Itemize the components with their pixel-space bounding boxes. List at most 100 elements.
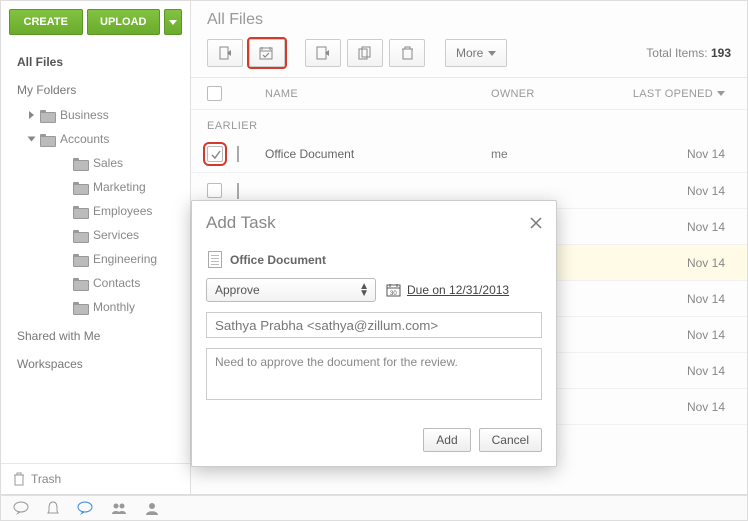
more-label: More	[456, 46, 483, 60]
folder-icon	[73, 206, 87, 217]
user-icon[interactable]	[145, 501, 159, 515]
expand-icon	[29, 111, 34, 119]
trash-icon	[13, 472, 25, 486]
close-icon	[530, 217, 542, 229]
chevron-down-icon	[169, 20, 177, 25]
sort-desc-icon	[717, 91, 725, 96]
folder-icon	[73, 182, 87, 193]
copy-icon	[358, 46, 372, 60]
table-header: NAME OWNER LAST OPENED	[191, 78, 747, 110]
upload-menu-button[interactable]	[164, 9, 182, 35]
total-items: Total Items: 193	[646, 46, 731, 60]
row-checkbox[interactable]	[207, 183, 222, 198]
trash-label: Trash	[31, 472, 61, 486]
row-date: Nov 14	[601, 328, 731, 342]
document-icon	[208, 251, 222, 268]
breadcrumb: All Files	[191, 1, 747, 31]
add-button[interactable]: Add	[423, 428, 470, 452]
folder-label: Accounts	[60, 132, 109, 146]
folder-engineering[interactable]: Engineering	[73, 247, 190, 271]
document-icon	[237, 183, 239, 199]
cancel-button[interactable]: Cancel	[479, 428, 542, 452]
folder-label: Monthly	[93, 300, 135, 314]
table-row[interactable]: Office DocumentmeNov 14	[191, 136, 747, 173]
folder-services[interactable]: Services	[73, 223, 190, 247]
dialog-close-button[interactable]	[530, 217, 542, 229]
toolbar-delete-button[interactable]	[389, 39, 425, 67]
bottom-bar	[0, 495, 748, 521]
sidebar: CREATE UPLOAD All Files My Folders Busin…	[1, 1, 191, 494]
feed-icon[interactable]	[13, 501, 29, 515]
dialog-file-name: Office Document	[230, 253, 326, 267]
row-date: Nov 14	[601, 292, 731, 306]
folder-icon	[73, 254, 87, 265]
check-icon	[210, 149, 221, 160]
folder-sales[interactable]: Sales	[73, 151, 190, 175]
col-name[interactable]: NAME	[265, 88, 491, 100]
toolbar-add-task-button[interactable]	[249, 39, 285, 67]
assignee-input[interactable]	[206, 312, 542, 338]
share-doc-icon	[218, 46, 232, 60]
row-date: Nov 14	[601, 147, 731, 161]
folder-employees[interactable]: Employees	[73, 199, 190, 223]
folder-label: Services	[93, 228, 139, 242]
nav-my-folders[interactable]: My Folders	[1, 75, 190, 103]
upload-button[interactable]: UPLOAD	[87, 9, 161, 35]
toolbar-export-button[interactable]	[305, 39, 341, 67]
row-checkbox[interactable]	[207, 146, 223, 162]
calendar-icon: 30	[386, 283, 401, 297]
row-date: Nov 14	[601, 184, 731, 198]
contacts-icon[interactable]	[111, 501, 127, 515]
nav-trash[interactable]: Trash	[1, 463, 190, 494]
export-icon	[316, 46, 330, 60]
select-caret-icon: ▲▼	[359, 283, 369, 297]
toolbar-more-button[interactable]: More	[445, 39, 507, 67]
notifications-icon[interactable]	[47, 501, 59, 515]
col-owner[interactable]: OWNER	[491, 88, 601, 100]
row-name: Office Document	[265, 147, 491, 161]
nav-all-files[interactable]: All Files	[1, 49, 190, 75]
row-date: Nov 14	[601, 256, 731, 270]
add-task-dialog: Add Task Office Document Approve ▲▼ 30 D…	[191, 200, 557, 467]
folder-icon	[73, 230, 87, 241]
description-textarea[interactable]	[206, 348, 542, 400]
row-date: Nov 14	[601, 220, 731, 234]
folder-label: Marketing	[93, 180, 146, 194]
row-date: Nov 14	[601, 364, 731, 378]
due-date-link[interactable]: 30 Due on 12/31/2013	[386, 283, 509, 297]
folder-label: Contacts	[93, 276, 140, 290]
trash-icon	[401, 46, 414, 60]
total-count: 193	[711, 46, 731, 60]
folder-icon	[40, 110, 54, 121]
folder-marketing[interactable]: Marketing	[73, 175, 190, 199]
folder-icon	[73, 158, 87, 169]
folder-accounts[interactable]: Accounts	[29, 127, 190, 151]
folder-label: Sales	[93, 156, 123, 170]
dialog-title: Add Task	[206, 213, 276, 233]
select-all-checkbox[interactable]	[207, 86, 222, 101]
task-calendar-icon	[259, 46, 275, 60]
col-last-opened[interactable]: LAST OPENED	[601, 88, 731, 100]
folder-monthly[interactable]: Monthly	[73, 295, 190, 319]
create-button[interactable]: CREATE	[9, 9, 83, 35]
group-earlier: EARLIER	[191, 110, 747, 136]
toolbar-share-button[interactable]	[207, 39, 243, 67]
chat-icon[interactable]	[77, 501, 93, 515]
nav-workspaces[interactable]: Workspaces	[1, 349, 190, 377]
document-icon	[237, 146, 239, 162]
folder-label: Engineering	[93, 252, 157, 266]
folder-icon	[40, 134, 54, 145]
expand-icon	[28, 137, 36, 142]
toolbar-copy-button[interactable]	[347, 39, 383, 67]
folder-icon	[73, 278, 87, 289]
row-owner: me	[491, 147, 601, 161]
folder-icon	[73, 302, 87, 313]
folder-contacts[interactable]: Contacts	[73, 271, 190, 295]
due-date-text: Due on 12/31/2013	[407, 283, 509, 297]
total-label: Total Items:	[646, 46, 711, 60]
folder-business[interactable]: Business	[29, 103, 190, 127]
nav-shared[interactable]: Shared with Me	[1, 319, 190, 349]
task-action-select[interactable]: Approve ▲▼	[206, 278, 376, 302]
svg-text:30: 30	[390, 291, 397, 297]
folder-label: Business	[60, 108, 109, 122]
